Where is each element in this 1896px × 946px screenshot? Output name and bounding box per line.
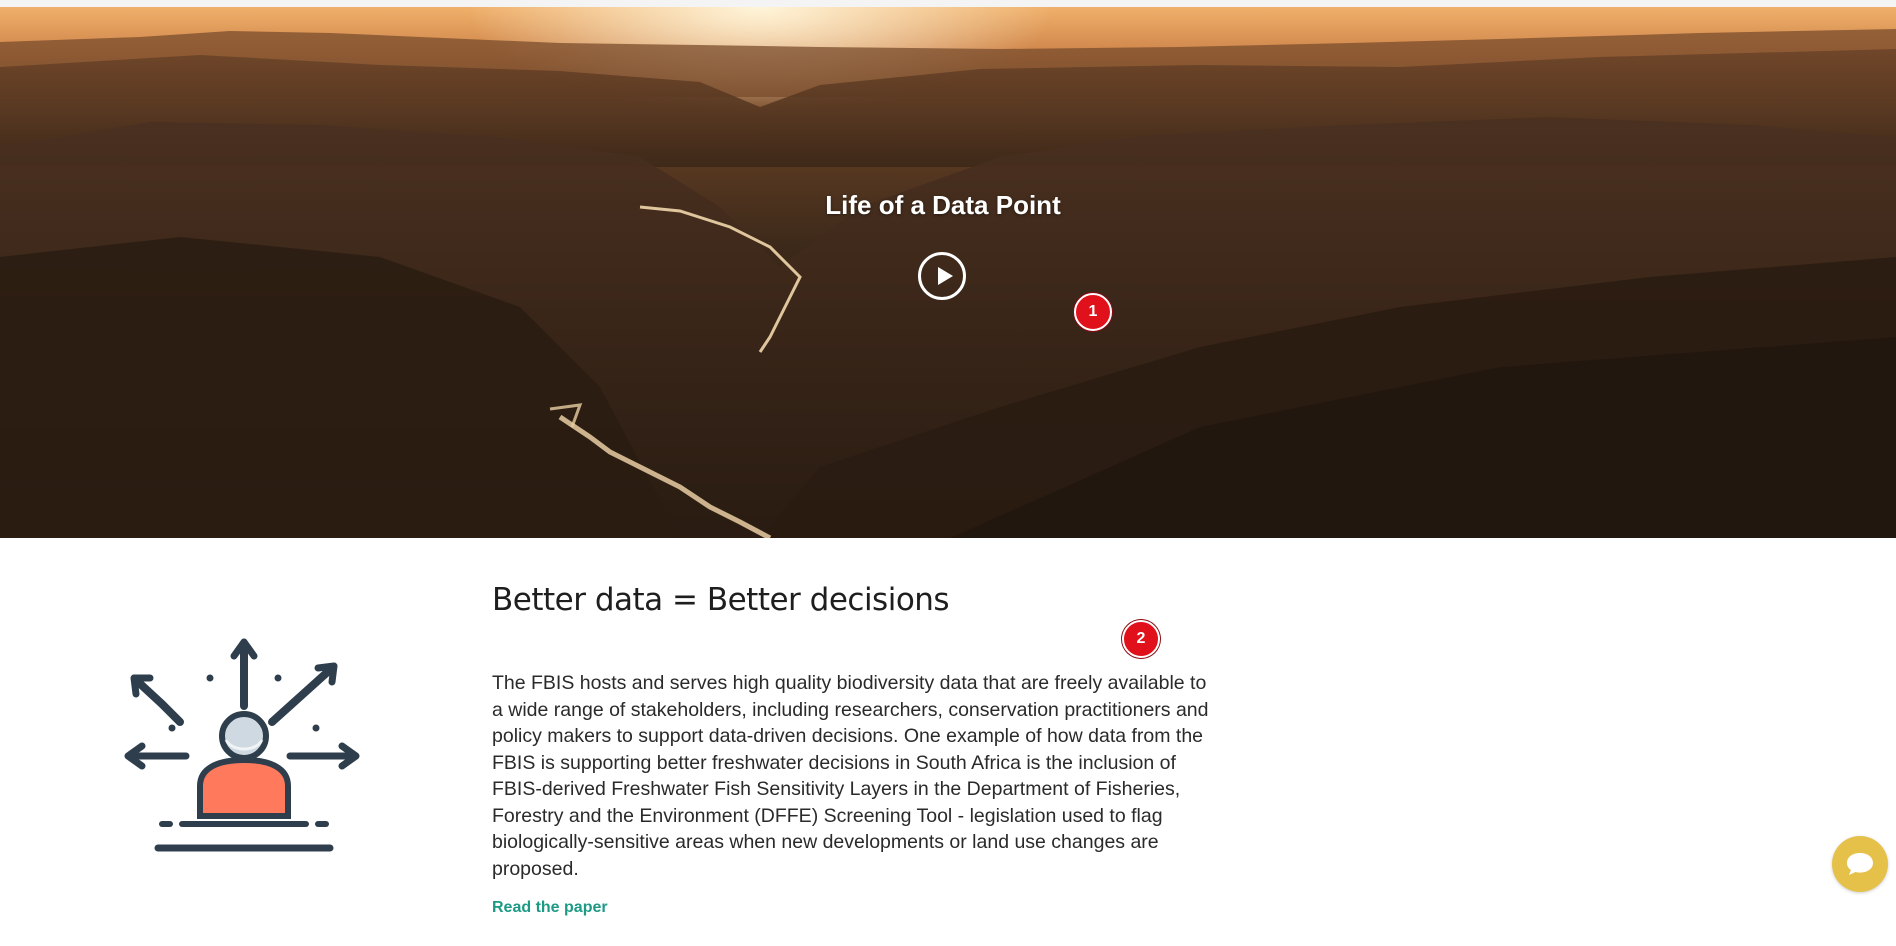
person-decision-arrows-icon (124, 638, 360, 852)
read-the-paper-link[interactable]: Read the paper (492, 899, 608, 917)
chat-button[interactable] (1832, 836, 1888, 892)
play-video-button[interactable] (918, 252, 966, 300)
hero-title: Life of a Data Point (825, 190, 1061, 220)
annotation-marker-2: 2 (1122, 620, 1160, 658)
annotation-marker-1: 1 (1074, 293, 1112, 331)
section-body-text: The FBIS hosts and serves high quality b… (492, 672, 1209, 880)
top-bar (0, 0, 1896, 7)
section-title: Better data = Better decisions (492, 582, 950, 618)
hero-banner: Life of a Data Point (0, 7, 1896, 538)
chat-bubble-icon (1847, 853, 1873, 875)
